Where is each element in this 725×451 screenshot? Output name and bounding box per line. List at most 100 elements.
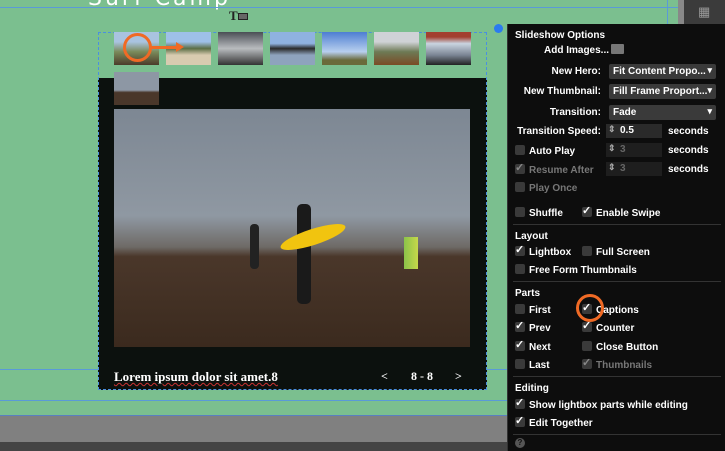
checkbox[interactable]	[582, 204, 592, 217]
prev-button[interactable]: <	[381, 369, 388, 384]
checkbox[interactable]	[515, 243, 525, 256]
checkbox[interactable]	[582, 341, 592, 351]
resume-after-label: Resume After	[529, 165, 594, 176]
free-form-thumbnails-checkbox[interactable]: Free Form Thumbnails	[515, 264, 637, 276]
thumbnail-golden-gate-bridge[interactable]	[426, 32, 471, 65]
arrow-head-icon	[176, 42, 184, 52]
marker	[404, 237, 418, 269]
thumbnail-foggy-hills[interactable]	[374, 32, 419, 65]
thumbnail-cloudy-sky[interactable]	[322, 32, 367, 65]
checkbox[interactable]	[582, 319, 592, 332]
edit-together-checkbox[interactable]: Edit Together	[515, 414, 593, 429]
layout-heading: Layout	[515, 231, 548, 242]
play-once-checkbox[interactable]: Play Once	[515, 182, 577, 194]
new-hero-select[interactable]: Fit Content Propo...	[609, 64, 716, 79]
prev-checkbox[interactable]: Prev	[515, 319, 551, 334]
counter-checkbox[interactable]: Counter	[582, 319, 635, 334]
next-checkbox[interactable]: Next	[515, 338, 551, 353]
seconds-label: seconds	[668, 164, 709, 175]
checkbox[interactable]	[582, 246, 592, 256]
edit-together-label: Edit Together	[529, 418, 593, 429]
resume-after-input[interactable]: 3	[606, 162, 662, 176]
enable-swipe-checkbox[interactable]: Enable Swipe	[582, 204, 661, 219]
panel-dock[interactable]: ▦	[684, 0, 725, 24]
checkbox[interactable]	[515, 182, 525, 192]
full-screen-label: Full Screen	[596, 247, 650, 258]
divider	[513, 224, 721, 225]
surfer-figure	[250, 224, 259, 269]
transition-speed-input[interactable]: 0.5	[606, 124, 662, 138]
add-images-label[interactable]: Add Images...	[544, 45, 609, 56]
auto-play-input[interactable]: 3	[606, 143, 662, 157]
next-button[interactable]: >	[455, 369, 462, 384]
checkbox[interactable]	[515, 338, 525, 351]
show-parts-label: Show lightbox parts while editing	[529, 400, 688, 411]
guide	[667, 0, 668, 24]
surfer-figure	[297, 204, 311, 304]
first-checkbox[interactable]: First	[515, 304, 551, 316]
checkbox[interactable]	[515, 304, 525, 314]
counter: 8 - 8	[411, 369, 433, 383]
prev-label: Prev	[529, 323, 551, 334]
arrow-right-icon	[150, 46, 178, 49]
highlight-circle	[123, 33, 152, 62]
checkbox[interactable]	[515, 207, 525, 217]
close-button-checkbox[interactable]: Close Button	[582, 341, 658, 353]
checkbox[interactable]	[515, 145, 525, 155]
divider	[513, 281, 721, 282]
new-hero-label: New Hero:	[551, 66, 601, 77]
checkbox[interactable]	[515, 161, 525, 174]
divider	[513, 376, 721, 377]
parts-heading: Parts	[515, 288, 541, 299]
auto-play-checkbox[interactable]: Auto Play	[515, 145, 575, 157]
lightbox-label: Lightbox	[529, 247, 572, 258]
status-bar	[0, 442, 507, 451]
enable-swipe-label: Enable Swipe	[596, 208, 661, 219]
hero-image-surfers[interactable]	[114, 109, 470, 347]
checkbox[interactable]	[515, 359, 525, 369]
blocks-icon[interactable]: ▦	[698, 4, 710, 20]
auto-play-label: Auto Play	[529, 146, 576, 157]
caption[interactable]: Lorem ipsum dolor sit amet.8	[114, 369, 278, 385]
checkbox[interactable]	[515, 319, 525, 332]
transition-label: Transition:	[549, 107, 601, 118]
panel-title: Slideshow Options	[515, 30, 606, 41]
transition-speed-label: Transition Speed:	[517, 126, 601, 137]
show-parts-checkbox[interactable]: Show lightbox parts while editing	[515, 396, 688, 411]
slideshow-options-panel: Slideshow Options Add Images... New Hero…	[507, 24, 725, 451]
next-label: Next	[529, 342, 551, 353]
thumbnail-rock-arch[interactable]	[270, 32, 315, 65]
options-handle-icon[interactable]	[494, 24, 503, 33]
lightbox-checkbox[interactable]: Lightbox	[515, 243, 572, 258]
first-label: First	[529, 305, 551, 316]
seconds-label: seconds	[668, 126, 709, 137]
thumbnail-surfers[interactable]	[114, 72, 159, 105]
transition-select[interactable]: Fade	[609, 105, 716, 120]
shuffle-checkbox[interactable]: Shuffle	[515, 207, 563, 219]
surfboard	[278, 218, 348, 256]
thumbnails-label: Thumbnails	[596, 360, 653, 371]
editing-heading: Editing	[515, 383, 549, 394]
checkbox[interactable]	[582, 356, 592, 369]
checkbox[interactable]	[515, 396, 525, 409]
guide	[0, 7, 684, 8]
counter-label: Counter	[596, 323, 635, 334]
resume-after-checkbox[interactable]: Resume After	[515, 161, 594, 176]
close-button-label: Close Button	[596, 342, 659, 353]
text-frame-icon[interactable]: T	[229, 8, 248, 24]
help-icon[interactable]: ?	[515, 438, 525, 448]
new-thumbnail-label: New Thumbnail:	[523, 86, 601, 97]
highlight-circle	[576, 294, 604, 322]
play-once-label: Play Once	[529, 183, 578, 194]
checkbox[interactable]	[515, 414, 525, 427]
last-checkbox[interactable]: Last	[515, 359, 550, 371]
full-screen-checkbox[interactable]: Full Screen	[582, 246, 650, 258]
page-title[interactable]: Surf Camp	[88, 0, 231, 11]
new-thumbnail-select[interactable]: Fill Frame Proport...	[609, 84, 716, 99]
folder-icon[interactable]	[611, 44, 624, 54]
last-label: Last	[529, 360, 550, 371]
thumbnails-checkbox[interactable]: Thumbnails	[582, 356, 653, 371]
checkbox[interactable]	[515, 264, 525, 274]
thumbnail-misty-sea[interactable]	[218, 32, 263, 65]
shuffle-label: Shuffle	[529, 208, 563, 219]
